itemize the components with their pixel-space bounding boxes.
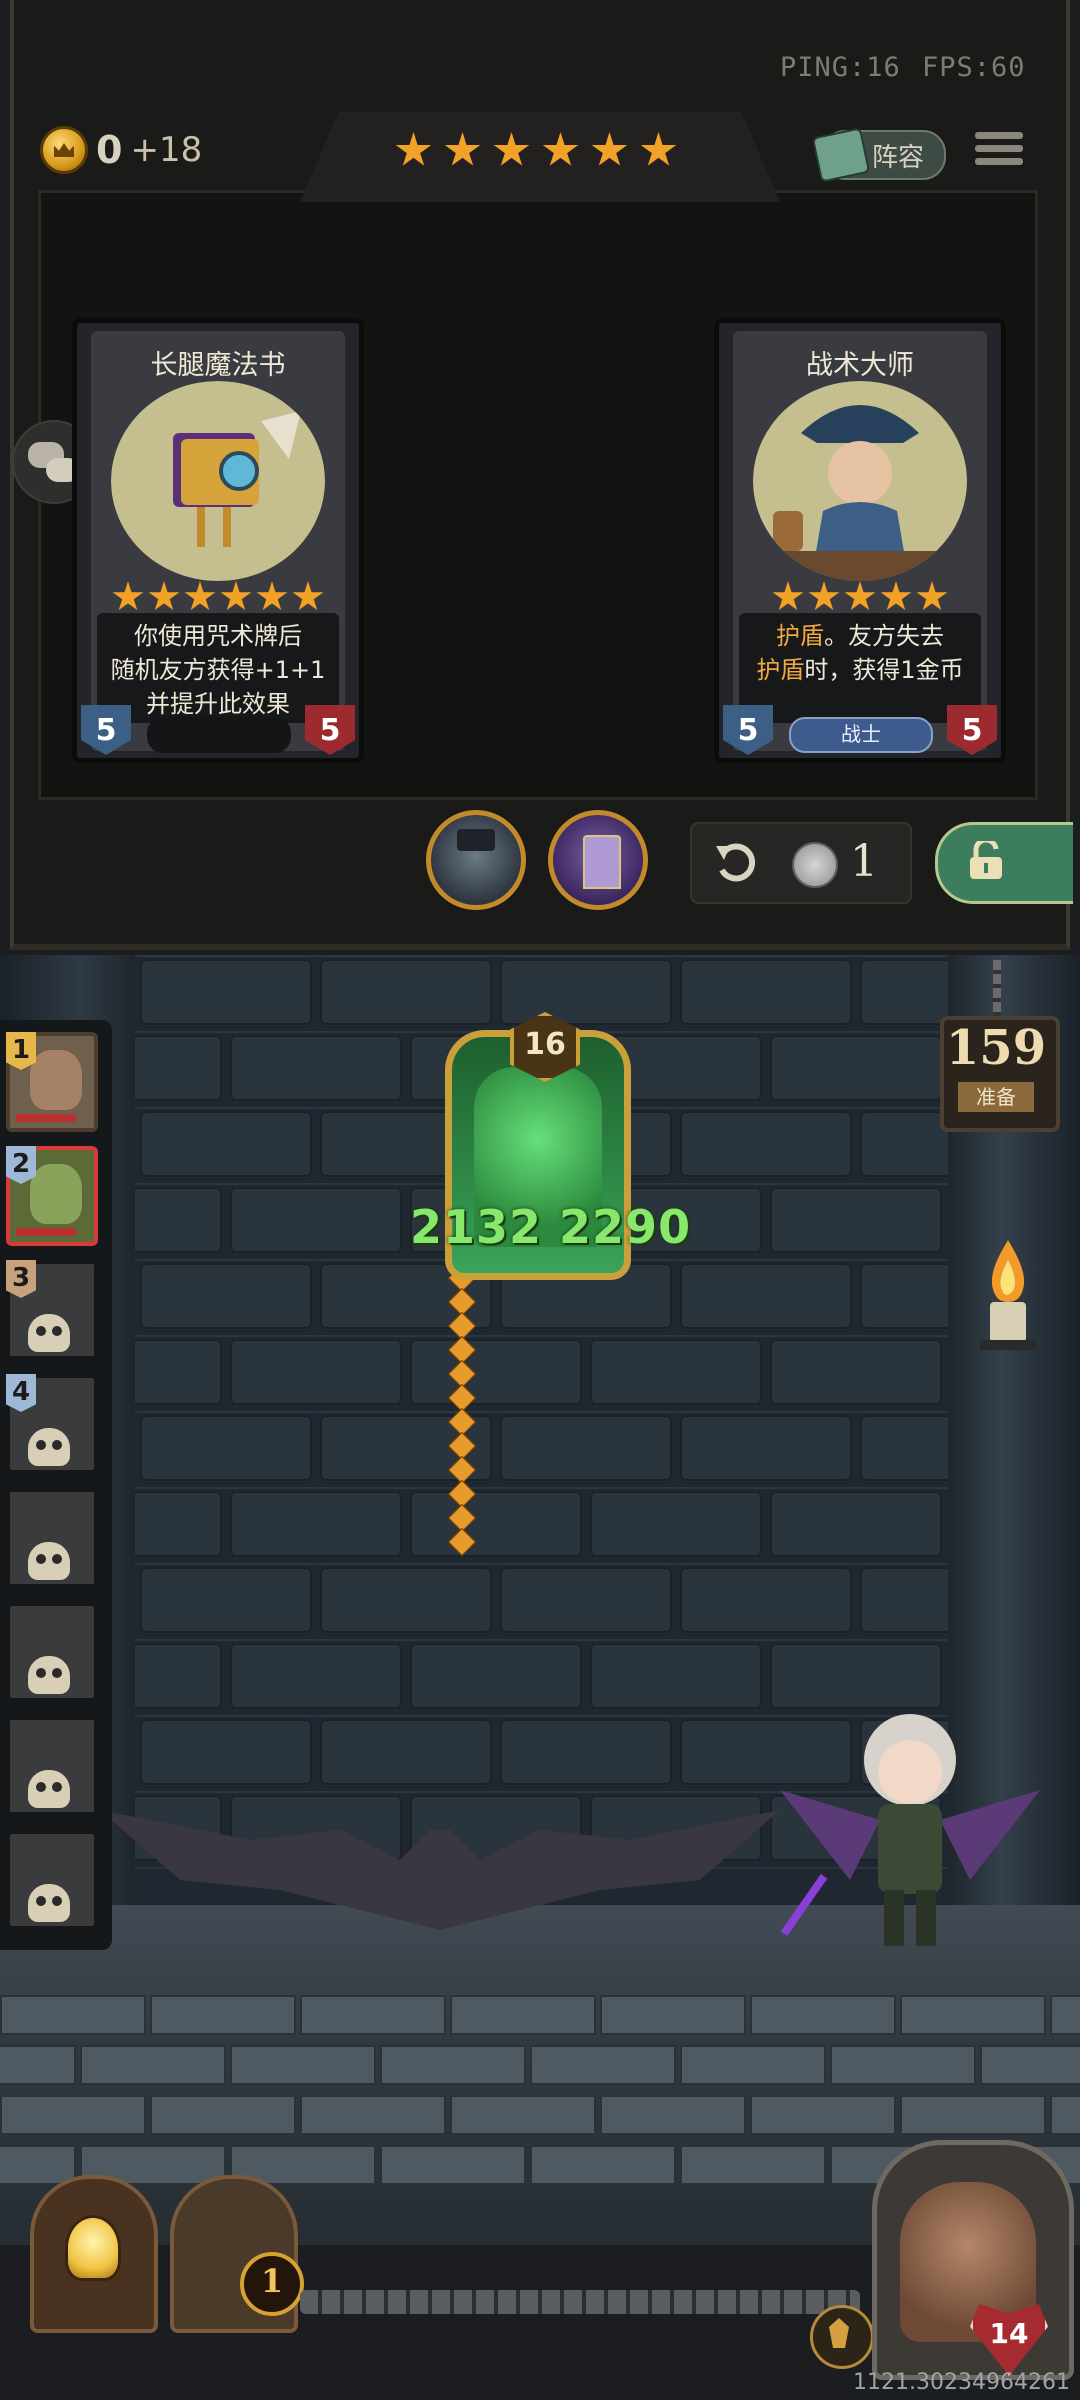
tier-star-icon: [395, 132, 432, 166]
spell-button[interactable]: [548, 810, 648, 910]
card-stars: [101, 581, 335, 613]
opponent-portrait: [30, 1164, 82, 1224]
rail: [300, 2290, 860, 2314]
menu-icon[interactable]: [975, 128, 1023, 176]
gold-coin-icon: [40, 126, 88, 174]
star-icon: [916, 581, 948, 611]
roster-rank: 1: [6, 1032, 36, 1070]
unlock-icon: [970, 841, 1002, 879]
lineup-label: 阵容: [872, 142, 925, 173]
opponent-roster: 1 2 3 4: [0, 1020, 112, 1950]
refresh-cost: 1: [850, 836, 878, 887]
shop-card[interactable]: 战术大师 护盾。友方失去 护盾时，获得1金币 战士 5 5: [714, 318, 1006, 763]
roster-slot[interactable]: [6, 1716, 98, 1816]
tier-star-icon: [640, 132, 677, 166]
roster-slot[interactable]: [6, 1488, 98, 1588]
roster-rank: 2: [6, 1146, 36, 1184]
card-stars: [743, 581, 977, 613]
fps-text: FPS:60: [922, 52, 1026, 83]
opponent-portrait: [30, 1050, 82, 1110]
refresh-icon: [716, 843, 756, 882]
refresh-button[interactable]: 1: [690, 822, 912, 904]
coords-readout: 1121.30234964261: [853, 2370, 1070, 2395]
star-icon: [184, 581, 216, 611]
star-icon: [844, 581, 876, 611]
ready-timer: 159 准备: [940, 1016, 1060, 1132]
magic-book-portrait: [111, 381, 325, 581]
roster-slot[interactable]: 2: [6, 1146, 98, 1246]
skull-icon: [28, 1428, 70, 1466]
chain: [993, 960, 1001, 1020]
star-icon: [112, 581, 144, 611]
bat-icon: [100, 1810, 780, 1930]
gold-amount: 0: [96, 128, 123, 172]
star-icon: [292, 581, 324, 611]
roster-health-bar: [16, 1114, 76, 1122]
roster-rank: 3: [6, 1260, 36, 1298]
gold-display: 0 +18: [40, 125, 202, 175]
tactician-portrait: [753, 381, 967, 581]
card-name: 长腿魔法书: [150, 350, 286, 381]
roster-health-bar: [16, 1228, 76, 1236]
skull-icon: [28, 1314, 70, 1352]
hero-power-button[interactable]: [426, 810, 526, 910]
book-icon: [811, 127, 871, 183]
star-icon: [220, 581, 252, 611]
skull-icon: [28, 1770, 70, 1808]
description-text: 。友方失去: [824, 622, 944, 650]
card-description: 护盾。友方失去 护盾时，获得1金币: [739, 619, 981, 687]
star-icon: [256, 581, 288, 611]
torch-icon: [980, 1240, 1036, 1350]
ping-text: PING:16: [780, 52, 901, 83]
star-icon: [148, 581, 180, 611]
star-icon: [880, 581, 912, 611]
description-text: 时，获得1金币: [804, 656, 964, 684]
roster-slot[interactable]: 1: [6, 1032, 98, 1132]
gold-income: +18: [130, 130, 203, 170]
roster-rank: 4: [6, 1374, 36, 1412]
roster-slot[interactable]: [6, 1602, 98, 1702]
shop-card[interactable]: 长腿魔法书 你使用咒术牌后 随机友方获得+1+1 并提升此效果 5 5: [72, 318, 364, 763]
ready-count: 159: [945, 1020, 1047, 1076]
ready-label: 准备: [976, 1085, 1016, 1109]
keyword-shield: 护盾: [756, 656, 805, 684]
star-icon: [772, 581, 804, 611]
card-name: 战术大师: [806, 350, 914, 381]
card-description: 你使用咒术牌后 随机友方获得+1+1 并提升此效果: [110, 622, 326, 718]
player-hero-sprite[interactable]: [760, 1680, 1060, 1960]
lineup-button[interactable]: 阵容: [811, 127, 946, 183]
skull-icon: [28, 1656, 70, 1694]
roster-slot[interactable]: [6, 1830, 98, 1930]
card-tribe: [147, 717, 291, 753]
roster-slot[interactable]: 3: [6, 1260, 98, 1360]
tier-star-icon: [591, 132, 628, 166]
lock-button[interactable]: [935, 822, 1073, 904]
coin-icon: [792, 842, 838, 888]
skull-icon: [28, 1884, 70, 1922]
lightbulb-icon: [65, 2215, 121, 2281]
card-tribe: 战士: [789, 717, 933, 753]
tier-stars: [395, 132, 677, 169]
tier-star-icon: [444, 132, 481, 166]
roster-slot[interactable]: 4: [6, 1374, 98, 1474]
armor-icon[interactable]: [810, 2305, 874, 2369]
skull-icon: [28, 1542, 70, 1580]
star-icon: [808, 581, 840, 611]
tier-star-icon: [493, 132, 530, 166]
keyword-shield: 护盾: [776, 622, 824, 650]
tier-star-icon: [542, 132, 579, 166]
door-count-badge: 1: [240, 2252, 304, 2316]
enemy-stats: 2132 2290: [410, 1200, 692, 1254]
